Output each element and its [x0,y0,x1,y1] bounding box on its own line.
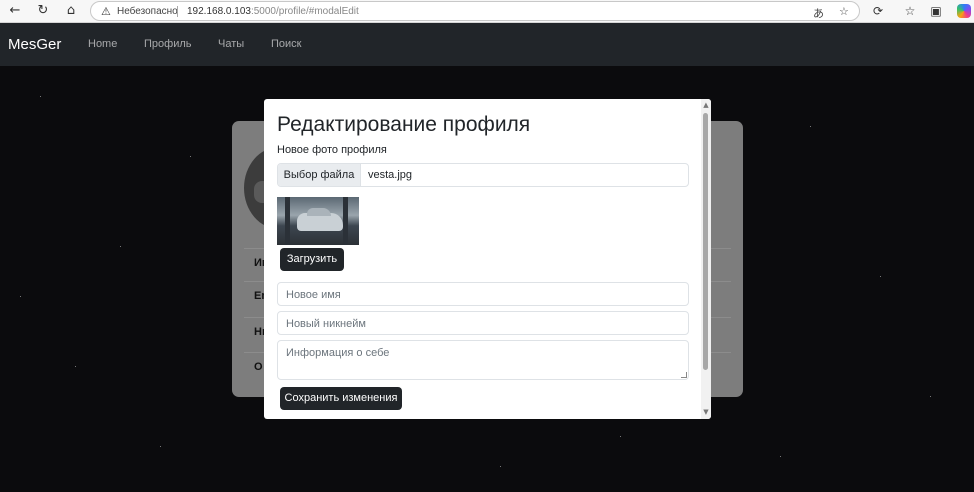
warning-icon[interactable]: ⚠ [101,5,111,18]
brand-logo[interactable]: MesGer [8,36,61,53]
favorite-star-icon[interactable]: ☆ [839,5,849,18]
file-name: vesta.jpg [368,169,413,181]
modal-title: Редактирование профиля [277,113,531,136]
scroll-thumb[interactable] [703,113,708,370]
collections-icon[interactable]: ▣ [928,3,944,19]
new-name-placeholder: Новое имя [286,289,341,301]
file-input[interactable]: Выбор файла vesta.jpg [277,163,689,187]
copilot-icon[interactable] [957,4,971,18]
nav-link-search[interactable]: Поиск [271,38,301,50]
upload-button[interactable]: Загрузить [280,248,344,271]
url-path: :5000/profile/#modalEdit [250,6,359,17]
new-nickname-input[interactable]: Новый никнейм [277,311,689,335]
about-placeholder: Информация о себе [286,347,390,359]
app-navbar: MesGer Home Профиль Чаты Поиск [0,23,974,66]
url-text[interactable]: 192.168.0.103:5000/profile/#modalEdit [187,6,359,17]
read-aloud-icon[interactable]: あ [813,5,824,21]
modal-scrollbar[interactable]: ▲ ▼ [701,99,711,419]
reload-icon[interactable]: ↻ [35,3,51,19]
address-divider [177,6,178,17]
favorites-icon[interactable]: ☆ [902,3,918,19]
profile-row-label: О [254,361,263,373]
nav-link-home[interactable]: Home [88,38,117,50]
nav-link-chats[interactable]: Чаты [218,38,244,50]
address-bar[interactable]: ⚠ Небезопасно 192.168.0.103:5000/profile… [90,1,860,21]
insecure-label[interactable]: Небезопасно [117,6,178,17]
photo-preview [277,197,359,245]
save-changes-button[interactable]: Сохранить изменения [280,387,402,410]
extensions-icon[interactable]: ⟳ [870,3,886,19]
new-nickname-placeholder: Новый никнейм [286,318,366,330]
nav-link-profile[interactable]: Профиль [144,38,192,50]
scroll-up-icon[interactable]: ▲ [702,101,710,109]
browser-toolbar: ← ↻ ⌂ ⚠ Небезопасно 192.168.0.103:5000/p… [0,0,974,23]
about-textarea[interactable]: Информация о себе [277,340,689,380]
photo-label: Новое фото профиля [277,144,387,156]
edit-profile-modal: Редактирование профиля Новое фото профил… [264,99,711,419]
home-icon[interactable]: ⌂ [63,3,79,19]
choose-file-button[interactable]: Выбор файла [278,164,361,186]
new-name-input[interactable]: Новое имя [277,282,689,306]
back-icon[interactable]: ← [7,3,23,19]
url-host: 192.168.0.103 [187,6,251,17]
scroll-down-icon[interactable]: ▼ [702,408,710,416]
resize-handle-icon[interactable] [681,372,687,378]
